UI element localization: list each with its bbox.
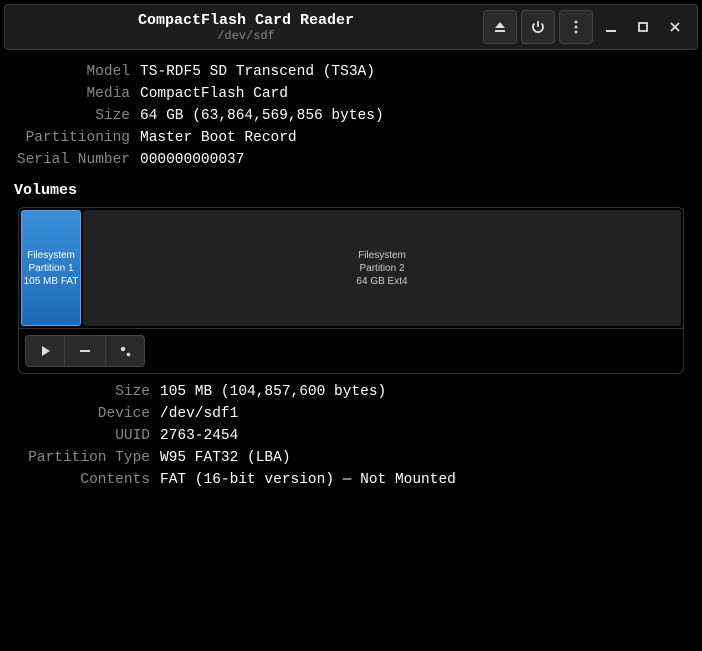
partition-2-line1: Filesystem (358, 249, 406, 262)
gears-icon (117, 343, 133, 359)
maximize-button[interactable] (629, 10, 657, 44)
row-device: Device /dev/sdf1 (14, 406, 688, 422)
row-contents: Contents FAT (16-bit version) — Not Moun… (14, 472, 688, 488)
content: Model TS-RDF5 SD Transcend (TS3A) Media … (0, 54, 702, 504)
close-button[interactable] (661, 10, 689, 44)
value-device: /dev/sdf1 (160, 406, 238, 422)
play-icon (37, 343, 53, 359)
row-size: Size 64 GB (63,864,569,856 bytes) (14, 108, 688, 124)
row-model: Model TS-RDF5 SD Transcend (TS3A) (14, 64, 688, 80)
window-title: CompactFlash Card Reader (13, 12, 479, 29)
volumes-heading: Volumes (14, 182, 688, 199)
partition-details: Size 105 MB (104,857,600 bytes) Device /… (14, 384, 688, 488)
label-ptype: Partition Type (14, 450, 160, 466)
volumes-box: Filesystem Partition 1 105 MB FAT Filesy… (18, 207, 684, 374)
title-center: CompactFlash Card Reader /dev/sdf (13, 12, 479, 43)
volume-toolbar (19, 328, 683, 373)
value-serial: 000000000037 (140, 152, 244, 168)
kebab-icon (568, 19, 584, 35)
row-psize: Size 105 MB (104,857,600 bytes) (14, 384, 688, 400)
row-uuid: UUID 2763-2454 (14, 428, 688, 444)
titlebar: CompactFlash Card Reader /dev/sdf (4, 4, 698, 50)
minimize-button[interactable] (597, 10, 625, 44)
value-partitioning: Master Boot Record (140, 130, 297, 146)
partition-1[interactable]: Filesystem Partition 1 105 MB FAT (21, 210, 81, 326)
row-ptype: Partition Type W95 FAT32 (LBA) (14, 450, 688, 466)
label-size: Size (14, 108, 140, 124)
label-serial: Serial Number (14, 152, 140, 168)
row-media: Media CompactFlash Card (14, 86, 688, 102)
partition-2[interactable]: Filesystem Partition 2 64 GB Ext4 (83, 210, 681, 326)
label-uuid: UUID (14, 428, 160, 444)
label-device: Device (14, 406, 160, 422)
partition-1-line1: Filesystem (27, 249, 75, 262)
power-button[interactable] (521, 10, 555, 44)
label-psize: Size (14, 384, 160, 400)
partition-2-line3: 64 GB Ext4 (356, 275, 407, 288)
row-serial: Serial Number 000000000037 (14, 152, 688, 168)
label-partitioning: Partitioning (14, 130, 140, 146)
value-media: CompactFlash Card (140, 86, 288, 102)
value-size: 64 GB (63,864,569,856 bytes) (140, 108, 384, 124)
window-subtitle: /dev/sdf (13, 29, 479, 43)
minus-icon (77, 343, 93, 359)
value-model: TS-RDF5 SD Transcend (TS3A) (140, 64, 375, 80)
eject-icon (492, 19, 508, 35)
value-uuid: 2763-2454 (160, 428, 238, 444)
partition-bar: Filesystem Partition 1 105 MB FAT Filesy… (19, 208, 683, 328)
label-model: Model (14, 64, 140, 80)
value-ptype: W95 FAT32 (LBA) (160, 450, 291, 466)
mount-button[interactable] (25, 335, 65, 367)
menu-button[interactable] (559, 10, 593, 44)
close-icon (667, 19, 683, 35)
partition-2-line2: Partition 2 (359, 262, 404, 275)
value-psize: 105 MB (104,857,600 bytes) (160, 384, 386, 400)
eject-button[interactable] (483, 10, 517, 44)
delete-partition-button[interactable] (65, 335, 105, 367)
minimize-icon (603, 19, 619, 35)
label-media: Media (14, 86, 140, 102)
power-icon (530, 19, 546, 35)
maximize-icon (635, 19, 651, 35)
partition-1-line3: 105 MB FAT (24, 275, 79, 288)
value-contents: FAT (16-bit version) — Not Mounted (160, 472, 456, 488)
partition-settings-button[interactable] (105, 335, 145, 367)
label-contents: Contents (14, 472, 160, 488)
row-partitioning: Partitioning Master Boot Record (14, 130, 688, 146)
partition-1-line2: Partition 1 (28, 262, 73, 275)
